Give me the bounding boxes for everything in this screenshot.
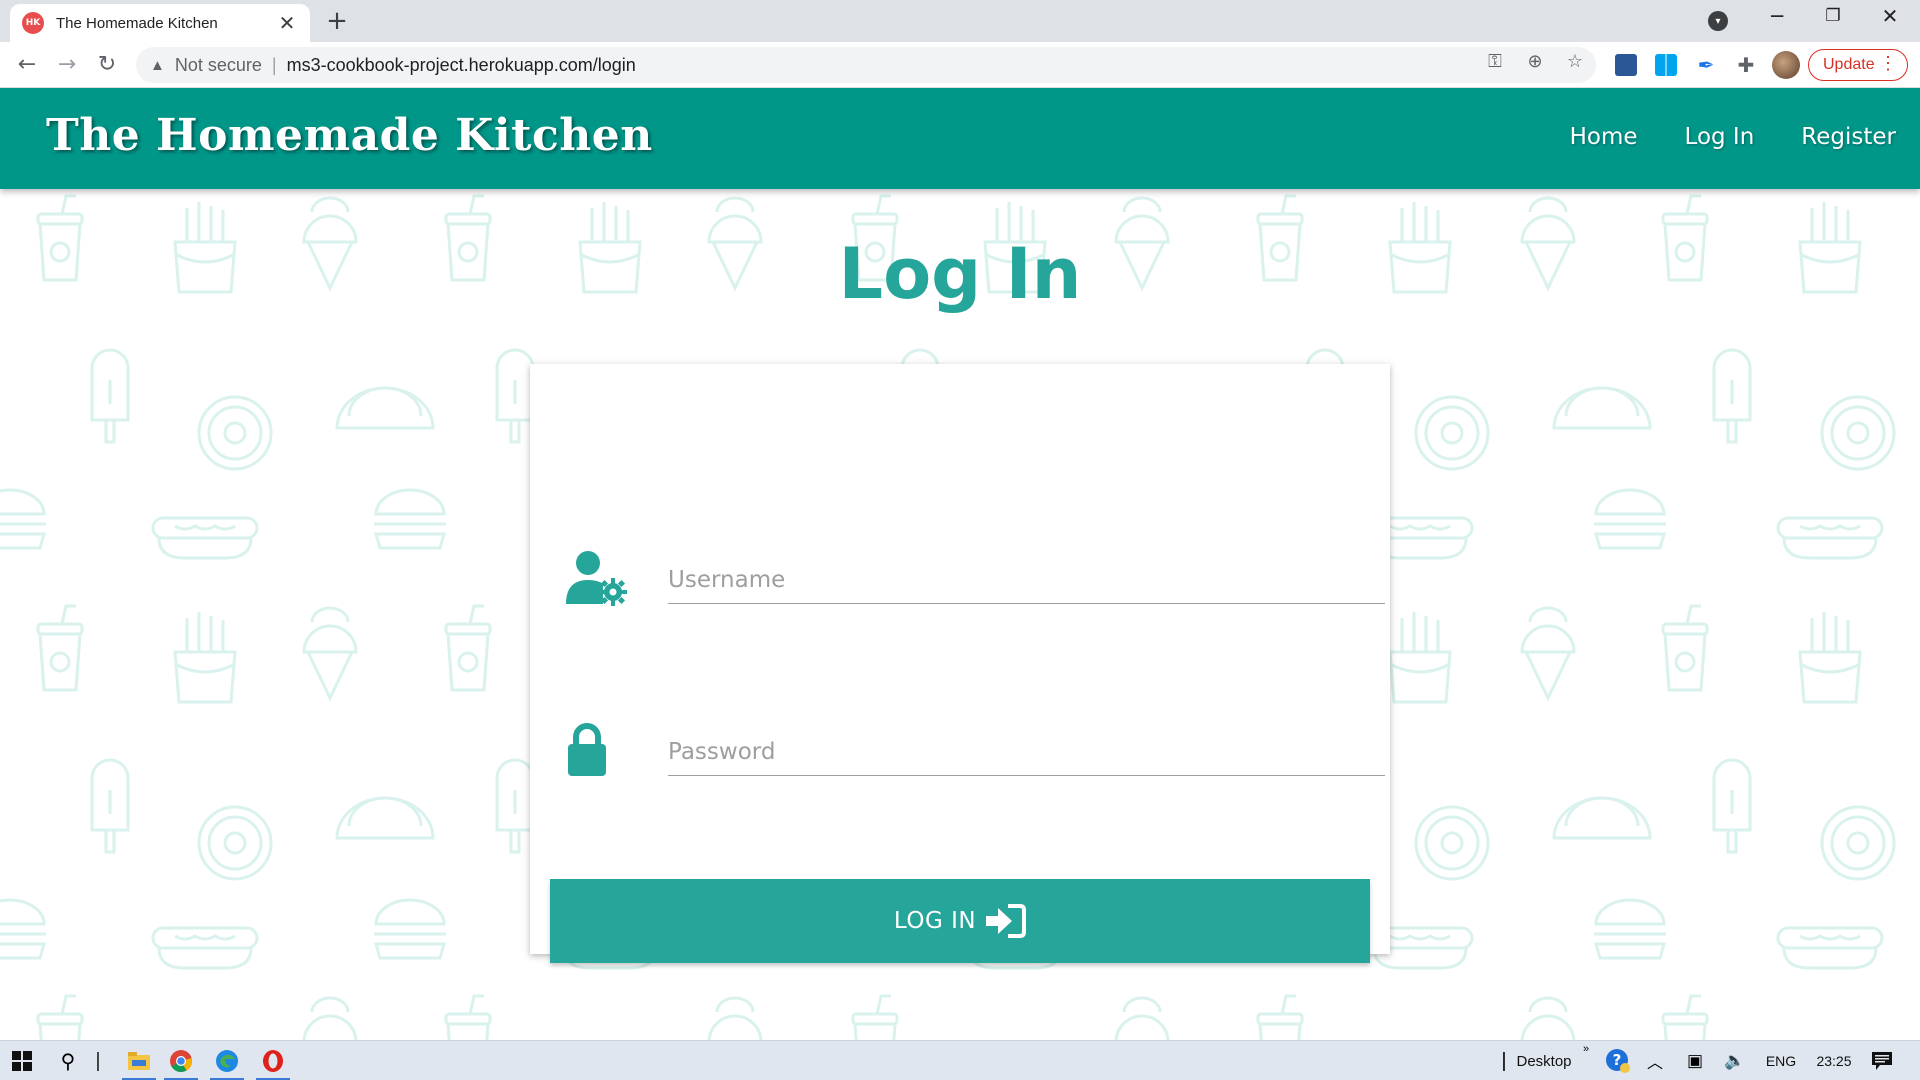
browser-tab[interactable]: HK The Homemade Kitchen ✕ bbox=[10, 4, 310, 42]
nav-links: Home Log In Register bbox=[1523, 124, 1896, 150]
pen-extension-icon[interactable]: ✒ bbox=[1695, 54, 1717, 76]
help-icon[interactable]: ? bbox=[1600, 1041, 1636, 1080]
volume-icon[interactable]: 🔈 bbox=[1720, 1041, 1750, 1080]
address-bar[interactable]: ▲ Not secure | ms3-cookbook-project.hero… bbox=[136, 47, 1596, 83]
taskbar-divider: | bbox=[1501, 1049, 1507, 1072]
username-field bbox=[566, 544, 1385, 614]
site-navbar: The Homemade Kitchen Home Log In Registe… bbox=[0, 88, 1920, 189]
edge-taskbar-icon[interactable] bbox=[206, 1041, 248, 1080]
login-submit-button[interactable]: LOG IN bbox=[550, 879, 1370, 963]
nav-login-link[interactable]: Log In bbox=[1685, 124, 1755, 150]
toolbar-expand-chevron[interactable]: » bbox=[1578, 1041, 1594, 1080]
task-view-icon[interactable]: | bbox=[92, 1041, 104, 1080]
windows-taskbar: ⚲ | | Desktop » ? ︿ ▣ 🔈 ENG 23:25 bbox=[0, 1040, 1920, 1080]
profile-avatar[interactable] bbox=[1772, 51, 1800, 79]
web-page: The Homemade Kitchen Home Log In Registe… bbox=[0, 88, 1920, 1040]
zoom-icon[interactable]: ⊕ bbox=[1522, 51, 1548, 72]
notifications-icon[interactable] bbox=[1864, 1041, 1900, 1080]
nav-home-link[interactable]: Home bbox=[1570, 124, 1638, 150]
chrome-taskbar-icon[interactable] bbox=[160, 1041, 202, 1080]
password-field bbox=[566, 716, 1385, 786]
menu-dots-icon: ⋮ bbox=[1879, 53, 1897, 73]
pattern-row-7 bbox=[36, 994, 1709, 1040]
desktop-toolbar-label[interactable]: Desktop bbox=[1512, 1041, 1576, 1080]
minimize-window-button[interactable]: ─ bbox=[1757, 4, 1797, 28]
windows-extension-icon[interactable] bbox=[1655, 54, 1677, 76]
sign-in-icon bbox=[986, 904, 1027, 938]
tab-search-icon[interactable]: ▾ bbox=[1708, 11, 1728, 31]
back-arrow-icon[interactable]: ← bbox=[12, 50, 42, 80]
network-icon[interactable]: ▣ bbox=[1680, 1041, 1710, 1080]
update-button[interactable]: Update ⋮ bbox=[1808, 49, 1908, 81]
bookmark-star-icon[interactable]: ☆ bbox=[1562, 51, 1588, 72]
url-text[interactable]: ms3-cookbook-project.herokuapp.com/login bbox=[287, 55, 636, 76]
language-indicator[interactable]: ENG bbox=[1758, 1041, 1804, 1080]
forward-arrow-icon[interactable]: → bbox=[52, 50, 82, 80]
site-favicon-icon: HK bbox=[22, 12, 44, 34]
show-hidden-icons-chevron-icon[interactable]: ︿ bbox=[1640, 1041, 1670, 1080]
search-icon[interactable]: ⚲ bbox=[52, 1041, 84, 1080]
password-input[interactable] bbox=[668, 716, 1385, 776]
warning-triangle-icon: ▲ bbox=[150, 56, 165, 74]
system-clock[interactable]: 23:25 bbox=[1806, 1041, 1862, 1080]
update-button-label: Update bbox=[1823, 56, 1875, 73]
login-form-card: LOG IN bbox=[530, 364, 1390, 963]
puzzle-extensions-icon[interactable]: ✚ bbox=[1735, 54, 1757, 76]
page-title: Log In bbox=[838, 233, 1082, 315]
browser-toolbar: ← → ↻ ▲ Not secure | ms3-cookbook-projec… bbox=[0, 42, 1920, 88]
opera-taskbar-icon[interactable] bbox=[252, 1041, 294, 1080]
nav-register-link[interactable]: Register bbox=[1801, 124, 1896, 150]
close-window-button[interactable]: ✕ bbox=[1870, 4, 1910, 28]
extension-blue-icon[interactable] bbox=[1615, 54, 1637, 76]
restore-window-button[interactable]: ❐ bbox=[1813, 6, 1853, 26]
file-explorer-icon[interactable] bbox=[118, 1041, 160, 1080]
svg-text:?: ? bbox=[1613, 1051, 1622, 1069]
tab-title: The Homemade Kitchen bbox=[56, 14, 218, 32]
close-tab-icon[interactable]: ✕ bbox=[276, 11, 298, 35]
user-cog-icon bbox=[566, 551, 627, 606]
security-indicator[interactable]: Not secure bbox=[175, 55, 262, 76]
address-separator: | bbox=[271, 54, 277, 75]
reload-icon[interactable]: ↻ bbox=[92, 50, 122, 80]
username-input[interactable] bbox=[668, 544, 1385, 604]
key-icon[interactable]: ⚿ bbox=[1482, 51, 1508, 72]
site-brand-logo[interactable]: The Homemade Kitchen bbox=[46, 110, 653, 161]
lock-icon bbox=[568, 723, 606, 776]
windows-start-icon[interactable] bbox=[6, 1041, 38, 1080]
new-tab-button[interactable]: + bbox=[322, 6, 352, 36]
browser-tab-bar: HK The Homemade Kitchen ✕ + ▾ ─ ❐ ✕ bbox=[0, 0, 1920, 42]
login-submit-label: LOG IN bbox=[893, 908, 977, 934]
